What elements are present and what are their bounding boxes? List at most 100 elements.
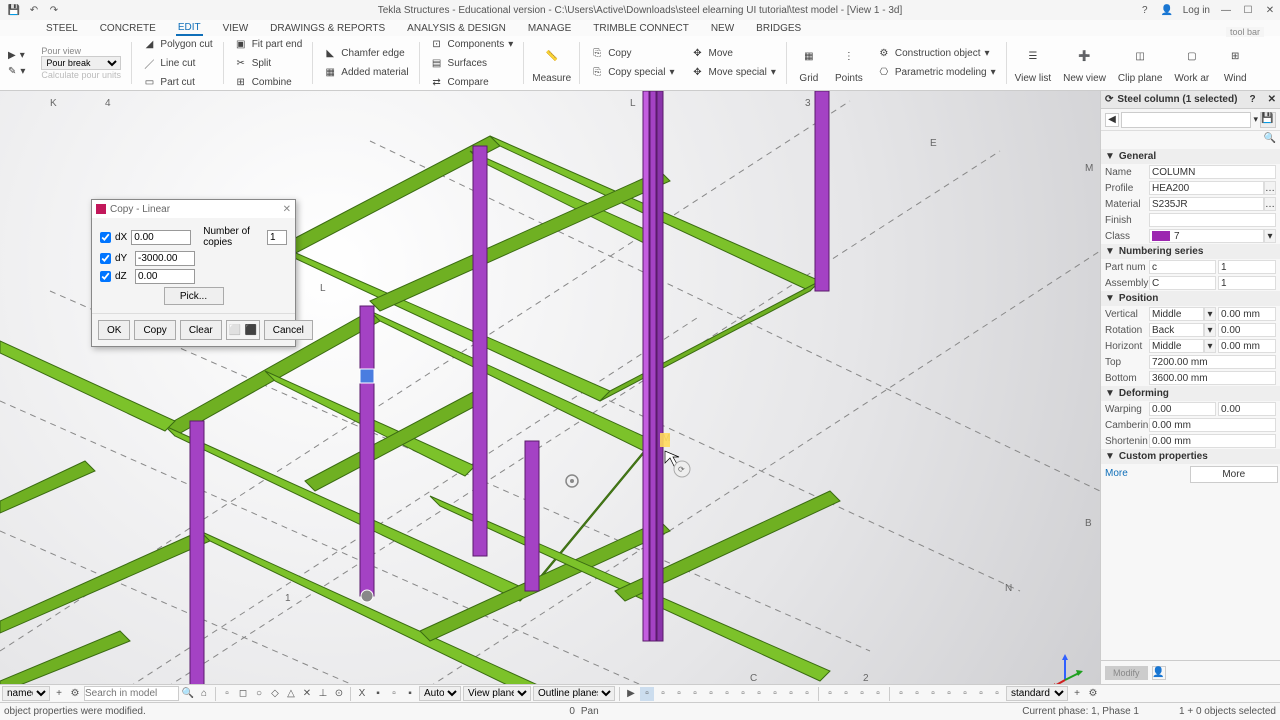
- class-field[interactable]: 7: [1149, 229, 1264, 243]
- snap-3[interactable]: ○: [252, 687, 266, 701]
- rotation-dd[interactable]: ▾: [1204, 323, 1216, 337]
- vertical-dd[interactable]: ▾: [1204, 307, 1216, 321]
- section-general[interactable]: ▼General: [1101, 149, 1280, 164]
- section-deforming[interactable]: ▼Deforming: [1101, 386, 1280, 401]
- snap-2[interactable]: ◻: [236, 687, 250, 701]
- partnum-start[interactable]: 1: [1218, 260, 1276, 274]
- dz-input[interactable]: [135, 269, 195, 284]
- snap-5[interactable]: △: [284, 687, 298, 701]
- maximize-icon[interactable]: ☐: [1242, 4, 1254, 16]
- pour-break-select[interactable]: Pour break: [41, 56, 121, 70]
- split-button[interactable]: ✂Split: [230, 54, 307, 72]
- dx-input[interactable]: [131, 230, 191, 245]
- sel-19[interactable]: ▫: [942, 687, 956, 701]
- sel-14[interactable]: ▫: [855, 687, 869, 701]
- view-list-button[interactable]: ☰View list: [1009, 41, 1058, 86]
- camberin-field[interactable]: 0.00 mm: [1149, 418, 1276, 432]
- construction-object-button[interactable]: ⚙Construction object▾: [873, 45, 1000, 63]
- material-browse[interactable]: …: [1264, 197, 1276, 211]
- pick-button[interactable]: Pick...: [164, 287, 224, 305]
- parametric-modeling-button[interactable]: ⎔Parametric modeling▾: [873, 64, 1000, 82]
- lock-icon[interactable]: 👤: [1152, 666, 1166, 680]
- clip-plane-button[interactable]: ◫Clip plane: [1112, 41, 1168, 86]
- snap-6[interactable]: ✕: [300, 687, 314, 701]
- save-preset-button[interactable]: 💾: [1260, 112, 1276, 128]
- sel-1[interactable]: ▫: [640, 687, 654, 701]
- tab-trimble[interactable]: TRIMBLE CONNECT: [591, 22, 691, 35]
- sel-15[interactable]: ▫: [871, 687, 885, 701]
- tab-drawings[interactable]: DRAWINGS & REPORTS: [268, 22, 387, 35]
- snap-11[interactable]: ▪: [403, 687, 417, 701]
- assembly-prefix[interactable]: C: [1149, 276, 1216, 290]
- copies-input[interactable]: [267, 230, 287, 245]
- sel-17[interactable]: ▫: [910, 687, 924, 701]
- move-button[interactable]: ✥Move: [686, 45, 779, 63]
- finish-field[interactable]: [1149, 213, 1276, 227]
- search-model-input[interactable]: [84, 686, 179, 701]
- warping-field1[interactable]: 0.00: [1149, 402, 1216, 416]
- dx-checkbox[interactable]: [100, 232, 111, 243]
- copy-button[interactable]: ⎘Copy: [586, 45, 678, 63]
- sel-3[interactable]: ▫: [672, 687, 686, 701]
- warping-field2[interactable]: 0.00: [1218, 402, 1276, 416]
- points-button[interactable]: ⋮Points: [829, 41, 869, 86]
- tab-new[interactable]: NEW: [709, 22, 736, 35]
- ok-button[interactable]: OK: [98, 320, 130, 340]
- snap-4[interactable]: ◇: [268, 687, 282, 701]
- select-tool[interactable]: ▶▾: [4, 48, 29, 63]
- rotation-offset[interactable]: 0.00: [1218, 323, 1276, 337]
- dy-input[interactable]: [135, 251, 195, 266]
- filter-settings-icon[interactable]: ⚙: [68, 687, 82, 701]
- more-button[interactable]: More: [1190, 466, 1279, 483]
- vertical-offset[interactable]: 0.00 mm: [1218, 307, 1276, 321]
- tab-steel[interactable]: STEEL: [44, 22, 80, 35]
- snap-8[interactable]: ⊙: [332, 687, 346, 701]
- sel-6[interactable]: ▫: [720, 687, 734, 701]
- refresh-icon[interactable]: ⟳: [1105, 94, 1113, 105]
- material-field[interactable]: S235JR: [1149, 197, 1264, 211]
- redo-icon[interactable]: ↷: [48, 4, 60, 16]
- grid-button[interactable]: ▦Grid: [789, 41, 829, 86]
- sel-16[interactable]: ▫: [894, 687, 908, 701]
- dialog-titlebar[interactable]: Copy - Linear ✕: [92, 200, 295, 218]
- sel-4[interactable]: ▫: [688, 687, 702, 701]
- toggle-group[interactable]: ⬜⬛: [226, 320, 260, 340]
- edit-tool[interactable]: ✎▾: [4, 64, 29, 79]
- search-icon[interactable]: 🔍: [1264, 133, 1276, 147]
- undo-icon[interactable]: ↶: [28, 4, 40, 16]
- preset-combo[interactable]: [1121, 112, 1251, 128]
- assembly-start[interactable]: 1: [1218, 276, 1276, 290]
- minimize-icon[interactable]: —: [1220, 4, 1232, 16]
- sel-set[interactable]: ⚙: [1086, 687, 1100, 701]
- measure-button[interactable]: 📏 Measure: [526, 41, 577, 86]
- section-position[interactable]: ▼Position: [1101, 291, 1280, 306]
- sel-5[interactable]: ▫: [704, 687, 718, 701]
- cancel-button[interactable]: Cancel: [264, 320, 313, 340]
- search-home-icon[interactable]: ⌂: [197, 687, 211, 701]
- profile-field[interactable]: HEA200: [1149, 181, 1264, 195]
- name-field[interactable]: COLUMN: [1149, 165, 1276, 179]
- bottom-field[interactable]: 3600.00 mm: [1149, 371, 1276, 385]
- sel-18[interactable]: ▫: [926, 687, 940, 701]
- dz-checkbox[interactable]: [100, 271, 111, 282]
- tab-bridges[interactable]: BRIDGES: [754, 22, 803, 35]
- dy-checkbox[interactable]: [100, 253, 111, 264]
- surfaces-button[interactable]: ▤Surfaces: [426, 54, 518, 72]
- work-area-button[interactable]: ▢Work ar: [1168, 41, 1215, 86]
- sel-7[interactable]: ▫: [736, 687, 750, 701]
- partnum-prefix[interactable]: c: [1149, 260, 1216, 274]
- view-plane-select[interactable]: View plane: [463, 686, 531, 701]
- sel-cursor[interactable]: ▶: [624, 687, 638, 701]
- horizontal-offset[interactable]: 0.00 mm: [1218, 339, 1276, 353]
- prev-button[interactable]: ◀: [1105, 113, 1119, 127]
- save-icon[interactable]: 💾: [8, 4, 20, 16]
- line-cut-button[interactable]: ／Line cut: [138, 54, 216, 72]
- shortenin-field[interactable]: 0.00 mm: [1149, 434, 1276, 448]
- combine-button[interactable]: ⊞Combine: [230, 73, 307, 91]
- outline-planes-select[interactable]: Outline planes: [533, 686, 615, 701]
- filter-add-icon[interactable]: +: [52, 687, 66, 701]
- copy-special-button[interactable]: ⎘Copy special▾: [586, 64, 678, 82]
- components-button[interactable]: ⊡Components▾: [426, 35, 518, 53]
- more-link[interactable]: More: [1103, 466, 1190, 483]
- help-icon[interactable]: ?: [1139, 4, 1151, 16]
